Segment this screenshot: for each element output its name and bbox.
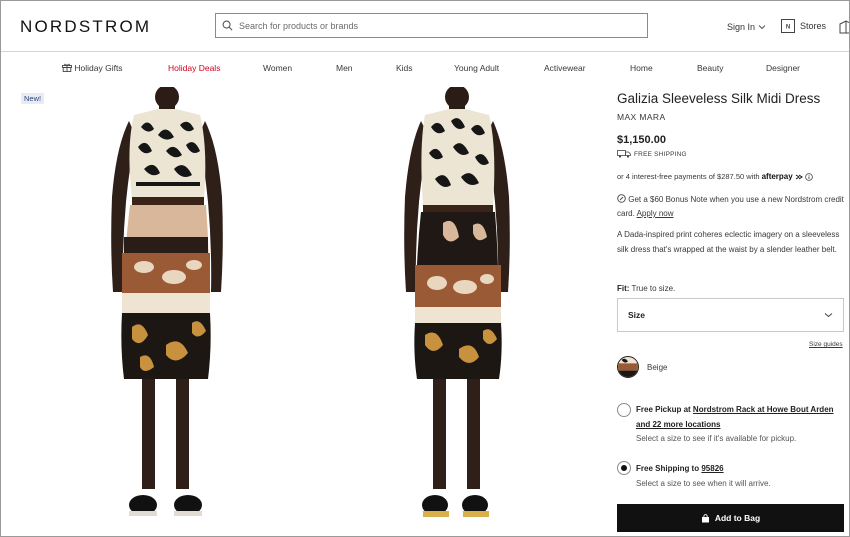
- nav-item-kids[interactable]: Kids: [396, 63, 413, 73]
- search-input[interactable]: [239, 20, 619, 31]
- nav-item-beauty[interactable]: Beauty: [697, 63, 723, 73]
- size-dropdown-label: Size: [628, 310, 646, 320]
- pickup-radio[interactable]: [617, 403, 631, 417]
- sign-in-label: Sign In: [727, 22, 756, 32]
- fit-label: Fit:: [617, 284, 630, 293]
- search-icon: [222, 20, 233, 31]
- info-icon[interactable]: [804, 172, 813, 181]
- product-image-front[interactable]: [96, 87, 236, 527]
- pickup-option[interactable]: Free Pickup at Nordstrom Rack at Howe Bo…: [636, 403, 846, 417]
- nav-item-activewear[interactable]: Activewear: [544, 63, 586, 73]
- nav-item-holiday-gifts[interactable]: Holiday Gifts: [62, 63, 123, 73]
- fit-value: True to size.: [631, 284, 676, 293]
- afterpay-arrows-icon: [795, 174, 803, 179]
- store-icon: N: [781, 19, 795, 33]
- shopping-bag-icon[interactable]: [839, 20, 850, 34]
- color-swatch-beige[interactable]: [617, 356, 639, 378]
- product-brand[interactable]: MAX MARA: [617, 112, 666, 122]
- sign-in-button[interactable]: Sign In: [727, 22, 766, 32]
- nav-item-designer[interactable]: Designer: [766, 63, 800, 73]
- fit-info: Fit: True to size.: [617, 284, 675, 293]
- afterpay-brand: afterpay: [761, 172, 793, 181]
- add-to-bag-button[interactable]: Add to Bag: [617, 504, 844, 532]
- shipping-radio[interactable]: [617, 461, 631, 475]
- header-divider: [1, 51, 849, 52]
- stores-button[interactable]: N Stores: [781, 19, 826, 33]
- size-guides-link[interactable]: Size guides: [809, 341, 843, 348]
- page-frame: NORDSTROM Sign In N Stores: [0, 0, 850, 537]
- pickup-subtext: Select a size to see if it's available f…: [636, 434, 797, 443]
- pickup-prefix: Free Pickup at: [636, 405, 691, 414]
- nav-item-men[interactable]: Men: [336, 63, 353, 73]
- size-dropdown[interactable]: Size: [617, 298, 844, 332]
- svg-text:N: N: [786, 25, 790, 31]
- add-to-bag-label: Add to Bag: [714, 513, 761, 523]
- nav-item-home[interactable]: Home: [630, 63, 653, 73]
- chevron-down-icon: [758, 25, 766, 30]
- product-title: Galizia Sleeveless Silk Midi Dress: [617, 91, 821, 106]
- free-shipping-note: FREE SHIPPING: [617, 150, 687, 158]
- product-image-back[interactable]: [393, 87, 523, 527]
- pickup-more-link[interactable]: and 22 more locations: [636, 420, 720, 429]
- afterpay-note: or 4 interest-free payments of $287.50 w…: [617, 172, 813, 181]
- main-navigation: Holiday Gifts Holiday Deals Women Men Ki…: [1, 63, 849, 75]
- free-shipping-label: FREE SHIPPING: [634, 150, 687, 158]
- chevron-down-icon: [824, 313, 833, 318]
- shipping-zip-link[interactable]: 95826: [701, 464, 723, 473]
- shipping-option[interactable]: Free Shipping to 95826: [636, 462, 724, 476]
- apply-now-link[interactable]: Apply now: [637, 209, 674, 218]
- shipping-prefix: Free Shipping to: [636, 464, 700, 473]
- gift-icon: [62, 63, 72, 72]
- nav-item-women[interactable]: Women: [263, 63, 292, 73]
- new-badge: New!: [21, 93, 45, 104]
- color-name: Beige: [647, 363, 668, 372]
- shipping-subtext: Select a size to see when it will arrive…: [636, 479, 771, 488]
- nav-item-holiday-deals[interactable]: Holiday Deals: [168, 63, 220, 73]
- pickup-more-locations[interactable]: and 22 more locations: [636, 418, 720, 432]
- nav-label-holiday-gifts: Holiday Gifts: [74, 63, 123, 73]
- bonus-note-icon: [617, 194, 626, 203]
- product-description: A Dada-inspired print coheres eclectic i…: [617, 230, 840, 254]
- bag-icon: [701, 513, 709, 522]
- pickup-store-link[interactable]: Nordstrom Rack at Howe Bout Arden: [693, 405, 834, 414]
- product-price: $1,150.00: [617, 134, 666, 146]
- nordstrom-logo[interactable]: NORDSTROM: [20, 17, 151, 37]
- afterpay-text: or 4 interest-free payments of $287.50 w…: [617, 172, 760, 181]
- search-bar[interactable]: [215, 13, 648, 38]
- stores-label: Stores: [800, 21, 827, 31]
- bonus-note: Get a $60 Bonus Note when you use a new …: [617, 193, 847, 221]
- nav-item-young-adult[interactable]: Young Adult: [454, 63, 499, 73]
- truck-icon: [617, 150, 631, 158]
